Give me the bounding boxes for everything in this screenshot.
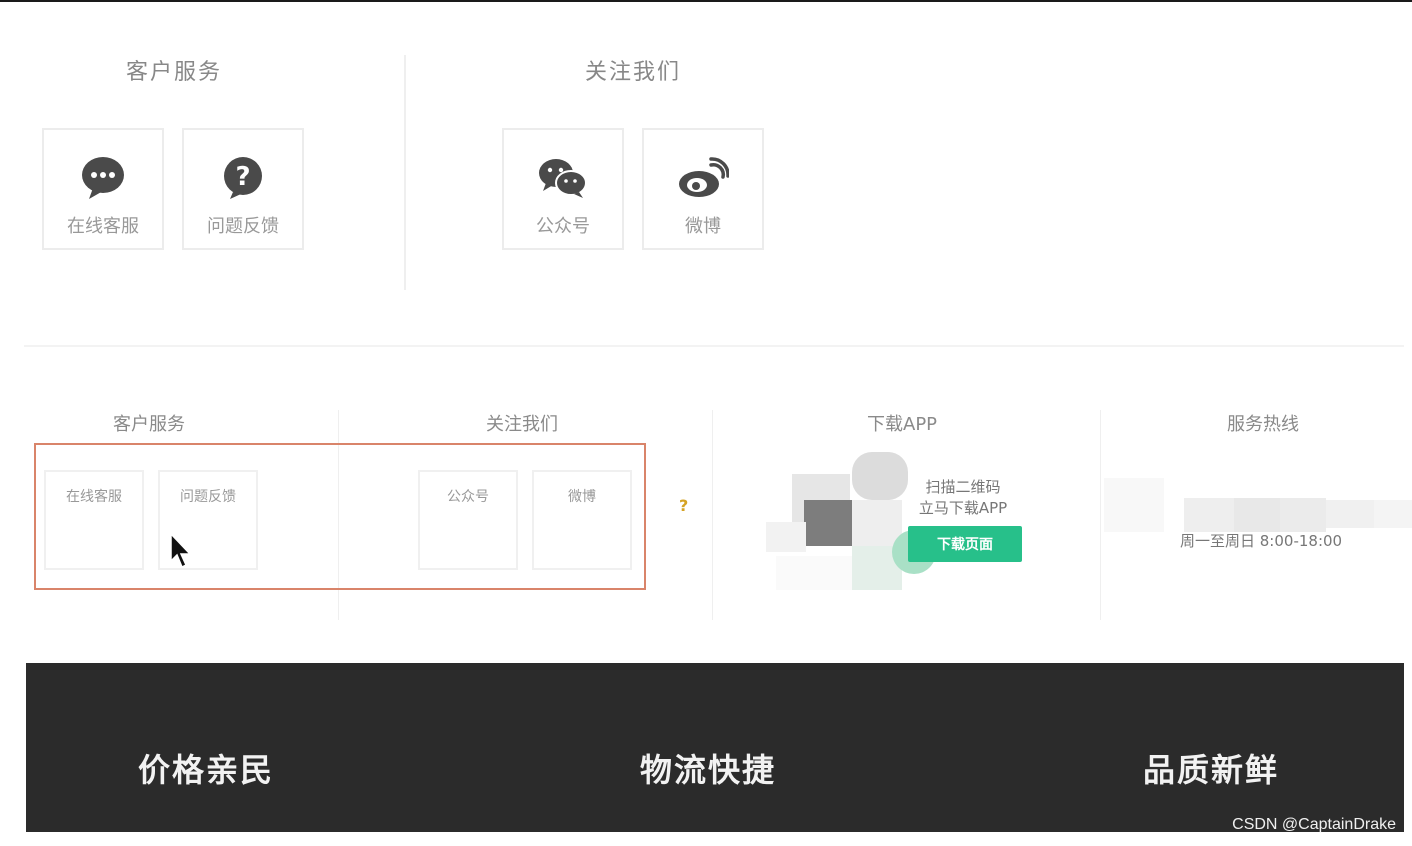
feature-banner: 价格亲民 物流快捷 品质新鲜 [26,663,1404,832]
download-page-button[interactable]: 下载页面 [908,526,1022,562]
wechat-icon [504,154,622,202]
online-service-card[interactable]: 在线客服 [42,128,164,250]
hotline-hours: 周一至周日 8:00-18:00 [1180,532,1343,550]
section-divider [404,55,406,290]
weibo-label: 微博 [685,216,721,237]
wechat-card[interactable]: 公众号 [502,128,624,250]
download-app-line1: 扫描二维码 [925,478,1001,496]
svg-text:?: ? [235,162,250,192]
banner-item-price: 价格亲民 [138,751,275,789]
watermark: CSDN @CaptainDrake [1232,816,1396,833]
online-service-label: 在线客服 [67,216,139,237]
banner-item-quality: 品质新鲜 [1143,751,1280,789]
weibo-card[interactable]: 微博 [642,128,764,250]
download-app-line2: 立马下载APP [918,499,1008,517]
selection-highlight-box [34,443,646,590]
download-app-title: 下载APP [867,414,938,435]
column-divider-2 [712,410,713,620]
lower-customer-service-title: 客户服务 [113,414,185,435]
mouse-cursor-icon [170,532,192,573]
weibo-icon [644,154,762,202]
lower-follow-us-title: 关注我们 [486,414,558,435]
question-icon: ? [184,154,302,202]
question-mark: ? [679,496,689,515]
top-rule [0,0,1412,2]
follow-us-title: 关注我们 [585,60,682,85]
customer-service-title: 客户服务 [126,60,223,85]
wechat-label: 公众号 [536,216,590,237]
section-separator [24,345,1404,347]
chat-bubble-icon [44,154,162,202]
banner-item-logistics: 物流快捷 [640,751,777,789]
feedback-card[interactable]: ? 问题反馈 [182,128,304,250]
qr-code-image [766,452,936,592]
feedback-label: 问题反馈 [207,216,279,237]
hotline-title: 服务热线 [1227,414,1299,435]
hotline-number-blurred [1100,470,1412,532]
download-app-text: 扫描二维码 立马下载APP [912,477,1014,519]
